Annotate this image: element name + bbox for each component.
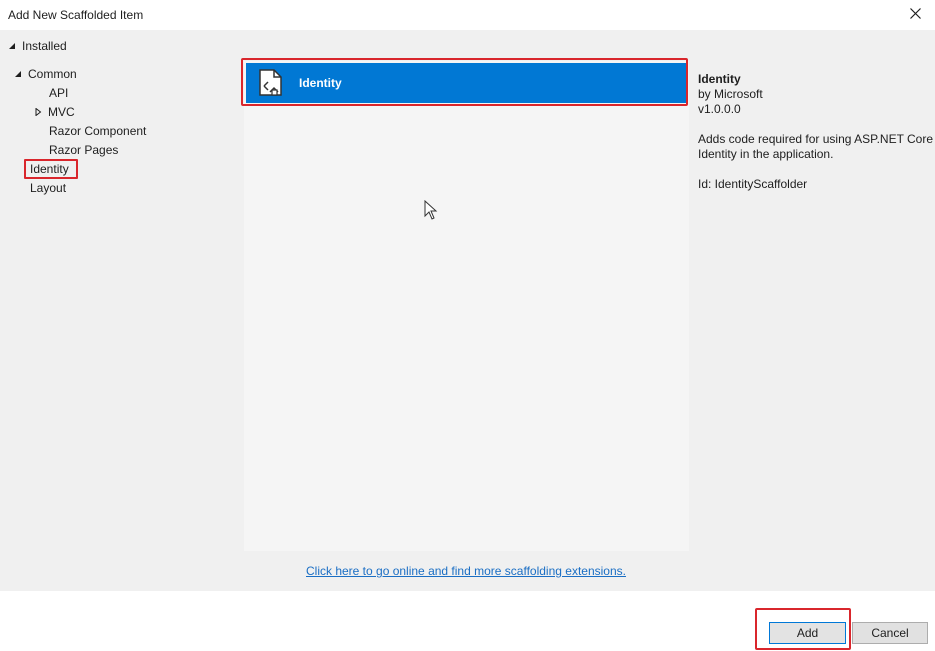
- tree-node-installed-label: Installed: [22, 39, 67, 53]
- expand-triangle-icon[interactable]: [34, 108, 42, 116]
- tree-node-api[interactable]: API: [49, 84, 68, 102]
- list-highlight-box: [241, 58, 688, 106]
- detail-author: by Microsoft: [698, 87, 763, 101]
- collapse-triangle-icon[interactable]: [14, 70, 22, 78]
- tree-node-mvc[interactable]: MVC: [34, 103, 75, 121]
- detail-id: Id: IdentityScaffolder: [698, 177, 808, 191]
- online-extensions-link[interactable]: Click here to go online and find more sc…: [306, 564, 626, 578]
- details-panel: Identity by Microsoft v1.0.0.0 Adds code…: [698, 72, 934, 192]
- tree-node-razor-pages[interactable]: Razor Pages: [49, 141, 118, 159]
- identity-highlight-box: [24, 159, 78, 179]
- dialog-content: Installed Common API MVC Razor Component…: [0, 30, 935, 591]
- add-highlight-box: [755, 608, 851, 650]
- title-bar: Add New Scaffolded Item: [0, 0, 935, 30]
- tree-node-common-label: Common: [28, 67, 77, 81]
- tree-node-razor-component[interactable]: Razor Component: [49, 122, 146, 140]
- detail-description: Adds code required for using ASP.NET Cor…: [698, 132, 934, 161]
- close-icon: [910, 8, 921, 19]
- scaffold-list: Identity: [244, 61, 689, 551]
- dialog-footer: Add Cancel: [0, 591, 935, 651]
- tree-node-layout[interactable]: Layout: [30, 179, 66, 197]
- detail-name: Identity: [698, 72, 741, 86]
- detail-version: v1.0.0.0: [698, 102, 741, 116]
- cancel-button[interactable]: Cancel: [852, 622, 928, 644]
- tree-node-common[interactable]: Common: [14, 65, 77, 83]
- collapse-triangle-icon[interactable]: [8, 42, 16, 50]
- close-button[interactable]: [895, 0, 935, 30]
- tree-node-mvc-label: MVC: [48, 105, 75, 119]
- tree-node-installed[interactable]: Installed: [8, 38, 67, 54]
- window-title: Add New Scaffolded Item: [8, 8, 144, 22]
- mouse-cursor-icon: [424, 200, 438, 220]
